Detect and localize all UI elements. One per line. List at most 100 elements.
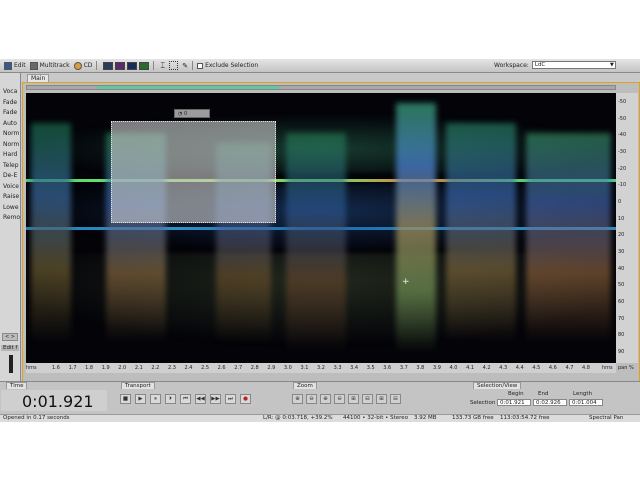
effect-list-item[interactable]: Hard: [0, 150, 20, 161]
time-tick-label: 2.5: [201, 365, 210, 371]
selection-end-field[interactable]: 0:02.926: [533, 399, 567, 406]
pan-tick-label: 80: [618, 332, 625, 339]
transport-button[interactable]: ⏸: [150, 394, 161, 404]
effect-list-item[interactable]: Remo: [0, 213, 20, 224]
time-ruler: hms hms 1.6 1.7 1.8 1.9 2.0 2.1 2.2 2.3 2.4 2.5 2.…: [26, 363, 616, 373]
effect-list-item[interactable]: Norm: [0, 129, 20, 140]
transport-button[interactable]: ▶▶: [210, 394, 221, 404]
zoom-button[interactable]: ⊖: [306, 394, 317, 404]
multitrack-view-button[interactable]: Multitrack: [29, 61, 70, 70]
edit-favorites-button[interactable]: Edit f: [1, 345, 20, 351]
edit-view-button[interactable]: Edit: [4, 61, 26, 70]
cd-view-button[interactable]: CD: [73, 61, 92, 70]
zoom-button[interactable]: ⊕: [320, 394, 331, 404]
waveform-display-button[interactable]: [103, 61, 114, 70]
transport-button[interactable]: ⏮: [180, 394, 191, 404]
effect-list-item[interactable]: Fade: [0, 98, 20, 109]
spectral-burst: [526, 133, 611, 343]
effect-list-item[interactable]: De-E: [0, 171, 20, 182]
time-unit-left: hms: [26, 365, 37, 371]
zoom-button[interactable]: ⊞: [348, 394, 359, 404]
workspace-selector: Workspace: LdC ▼: [494, 61, 616, 69]
time-selection-tool-icon[interactable]: ⌶: [160, 61, 165, 71]
time-tick-label: 4.3: [499, 365, 508, 371]
transport-button[interactable]: ■: [120, 394, 131, 404]
tab-zoom[interactable]: Zoom: [293, 382, 317, 389]
hud-knob-icon: ◔: [178, 111, 183, 117]
lasso-tool-icon[interactable]: ✎: [182, 62, 188, 70]
effects-list: Voca Fade Fade Auto Norm Norm Hard Telep De-E Voi…: [0, 73, 20, 224]
toolbar-divider: [96, 61, 98, 70]
zoom-button[interactable]: ⊞: [376, 394, 387, 404]
time-tick-label: 3.3: [333, 365, 342, 371]
spectral-pan-button[interactable]: [127, 61, 138, 70]
waveform-icon: [4, 61, 12, 70]
spectral-pan-display[interactable]: ◔ 0 +: [26, 93, 616, 363]
multitrack-icon: [29, 61, 38, 70]
status-format: 44100 • 32-bit • Stereo: [343, 415, 409, 421]
transport-button[interactable]: ◀◀: [195, 394, 206, 404]
effect-list-item[interactable]: Telep: [0, 161, 20, 172]
pan-tick-label: -50: [618, 99, 627, 105]
overview-scrollbar[interactable]: [26, 85, 616, 90]
effect-list-item[interactable]: Voice: [0, 182, 20, 193]
transport-button[interactable]: ●: [240, 394, 251, 404]
effect-list-item[interactable]: Norm: [0, 140, 20, 151]
time-tick-label: 3.9: [432, 365, 441, 371]
tab-time[interactable]: Time: [6, 382, 28, 389]
time-tick-label: 4.7: [565, 365, 574, 371]
chevron-down-icon: ▼: [609, 62, 614, 68]
hud-value: 0: [183, 111, 188, 117]
spectral-burst: [396, 103, 436, 353]
heads-up-display[interactable]: ◔ 0: [174, 109, 210, 118]
exclude-selection-checkbox[interactable]: [197, 62, 204, 69]
status-file-size: 3.92 MB: [414, 415, 437, 421]
zoom-button[interactable]: ⊕: [292, 394, 303, 404]
effect-list-item[interactable]: Raise: [0, 192, 20, 203]
tab-selection-view[interactable]: Selection/View: [473, 382, 522, 389]
overview-view-range[interactable]: [97, 86, 279, 89]
spectral-phase-button[interactable]: [139, 61, 150, 70]
selection-begin-field[interactable]: 0:01.921: [497, 399, 531, 406]
pan-tick-label: -40: [618, 132, 627, 139]
effect-list-item[interactable]: Voca: [0, 87, 20, 98]
time-tick-label: 3.0: [283, 365, 292, 371]
workspace-dropdown[interactable]: LdC ▼: [531, 61, 616, 69]
crosshair-cursor-icon: +: [402, 277, 410, 287]
status-disk-free: 133.73 GB free: [452, 415, 494, 421]
status-bar: Opened in 0.17 seconds L/R: @ 0:03.718, …: [0, 414, 640, 422]
time-tick-label: 4.6: [548, 365, 557, 371]
marquee-selection[interactable]: [111, 121, 276, 223]
tab-main[interactable]: Main: [27, 74, 49, 82]
time-tick-label: 3.8: [416, 365, 425, 371]
panel-scroll-arrows[interactable]: < >: [2, 333, 18, 341]
zoom-button[interactable]: ⊖: [334, 394, 345, 404]
time-tick-label: 2.8: [250, 365, 259, 371]
pan-tick-label: -50: [618, 115, 627, 122]
time-tick-label: 3.1: [300, 365, 309, 371]
effect-list-item[interactable]: Auto: [0, 119, 20, 130]
time-tick-label: 2.0: [118, 365, 127, 371]
transport-button[interactable]: ⏭: [225, 394, 236, 404]
exclude-selection-label: Exclude Selection: [205, 62, 259, 69]
effect-list-item[interactable]: Fade: [0, 108, 20, 119]
time-tick-label: 3.7: [399, 365, 408, 371]
spectral-frequency-button[interactable]: [115, 61, 126, 70]
pan-tick-label: 60: [618, 299, 625, 305]
tab-transport[interactable]: Transport: [121, 382, 155, 389]
time-tick-label: 1.8: [85, 365, 94, 371]
status-opened: Opened in 0.17 seconds: [3, 415, 70, 421]
selection-row-label: Selection: [470, 400, 496, 406]
marquee-tool-icon[interactable]: [169, 61, 179, 70]
zoom-button[interactable]: ⊟: [362, 394, 373, 404]
effect-list-item[interactable]: Lowe: [0, 203, 20, 214]
spectral-burst: [446, 123, 516, 343]
transport-button[interactable]: ⏵: [165, 394, 176, 404]
status-cursor-position: L/R: @ 0:03.718, +39.2%: [263, 415, 333, 421]
transport-button[interactable]: ▶: [135, 394, 146, 404]
workspace-value: LdC: [534, 62, 546, 68]
pan-axis: -50 -50 -40 -30 -20 -10 0 10 20 30 40 50 60 70 80 90 pan…: [616, 93, 638, 371]
zoom-button[interactable]: ⊟: [390, 394, 401, 404]
selection-length-field[interactable]: 0:01.004: [569, 399, 603, 406]
pan-tick-label: -20: [618, 165, 627, 172]
